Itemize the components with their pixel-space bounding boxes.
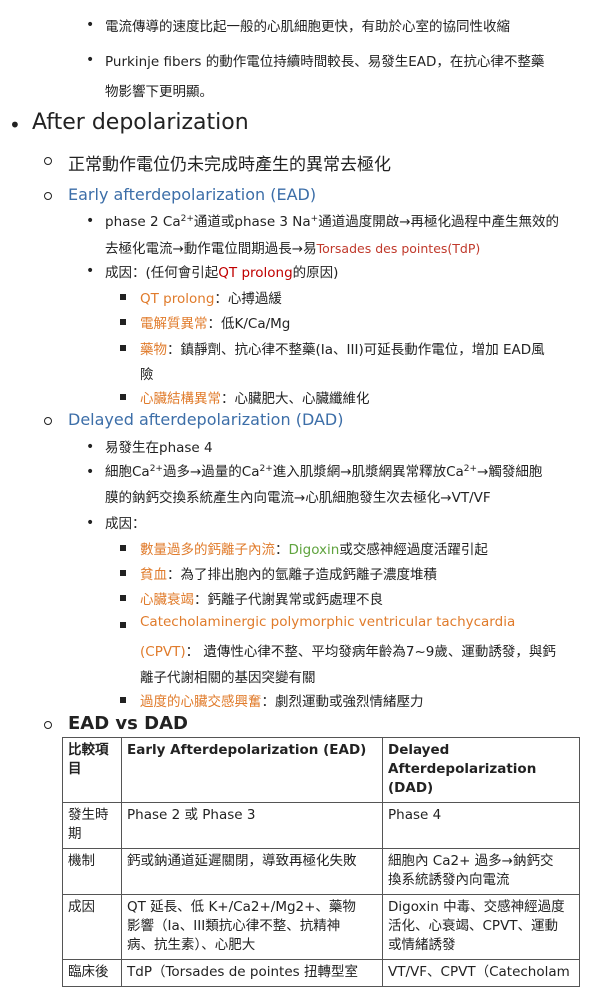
table-cell: QT 延長、低 K+/Ca2+/Mg2+、藥物 影響（Ia、III類抗心律不整、抗… <box>121 894 383 960</box>
section-title: After depolarization <box>32 110 249 135</box>
table-cell: 發生時期 <box>62 802 122 849</box>
table-row: 臨床後 TdP（Torsades de pointes 扭轉型室 VT/VF、C… <box>62 959 580 987</box>
hollow-bullet-icon <box>44 157 52 165</box>
table-header-cell: Delayed Afterdepolarization (DAD) <box>382 737 580 803</box>
table-cell: 成因 <box>62 894 122 960</box>
bullet-dot: • <box>86 464 95 480</box>
square-bullet-icon <box>120 545 126 551</box>
table-cell: 細胞內 Ca2+ 過多→鈉鈣交 換系統誘發內向電流 <box>382 848 580 895</box>
purkinje-apd-text-cont: 物影響下更明顯。 <box>105 84 213 100</box>
table-cell: Phase 4 <box>382 802 580 849</box>
bullet-dot: • <box>86 52 95 68</box>
square-bullet-icon <box>120 595 126 601</box>
square-bullet-icon <box>120 697 126 703</box>
square-bullet-icon <box>120 622 126 628</box>
table-cell: TdP（Torsades de pointes 扭轉型室 <box>121 959 383 987</box>
table-cell: 臨床後 <box>62 959 122 987</box>
section-bullet: • <box>9 113 21 137</box>
bullet-dot: • <box>86 515 95 531</box>
dad-cause-cpvt-cont: (CPVT)： 遺傳性心律不整、平均發病年齡為7~9歲、運動誘發，與鈣 <box>140 644 556 660</box>
dad-cause-heading: 成因： <box>105 516 146 532</box>
compare-title: EAD vs DAD <box>68 713 188 734</box>
dad-cause-cpvt: Catecholaminergic polymorphic ventricula… <box>140 614 516 630</box>
table-cell: Phase 2 或 Phase 3 <box>121 802 383 849</box>
comparison-table: 比較項目 Early Afterdepolarization (EAD) Del… <box>62 737 580 987</box>
table-row: 發生時期 Phase 2 或 Phase 3 Phase 4 <box>62 802 580 849</box>
table-cell: 機制 <box>62 848 122 895</box>
dad-cause-item: 心臟衰竭：鈣離子代謝異常或鈣處理不良 <box>140 592 383 608</box>
bullet-dot: • <box>86 439 95 455</box>
ead-mechanism: phase 2 Ca2+通道或phase 3 Na+通道過度開啟→再極化過程中產… <box>105 214 560 230</box>
dad-cause-item: 貧血：為了排出胞內的氫離子造成鈣離子濃度堆積 <box>140 567 437 583</box>
dad-cause-item: 過度的心臟交感興奮：劇烈運動或強烈情緒壓力 <box>140 694 424 710</box>
purkinje-apd-text: Purkinje fibers 的動作電位持續時間較長、易發生EAD，在抗心律不… <box>105 54 545 70</box>
dad-title: Delayed afterdepolarization (DAD) <box>68 410 344 429</box>
ead-mechanism-cont: 去極化電流→動作電位間期過長→易Torsades des pointes(TdP… <box>105 241 481 257</box>
square-bullet-icon <box>120 319 126 325</box>
ead-cause-heading: 成因：(任何會引起QT prolong的原因) <box>105 265 339 281</box>
dad-mechanism: 細胞Ca2+過多→過量的Ca2+進入肌漿網→肌漿網異常釋放Ca2+→觸發細胞 <box>105 464 543 480</box>
table-cell: Digoxin 中毒、交感神經過度 活化、心衰竭、CPVT、運動 或情緒誘發 <box>382 894 580 960</box>
purkinje-conduction-text: 電流傳導的速度比起一般的心肌細胞更快，有助於心室的協同性收縮 <box>105 19 510 35</box>
square-bullet-icon <box>120 394 126 400</box>
table-header-row: 比較項目 Early Afterdepolarization (EAD) Del… <box>62 737 580 803</box>
bullet-dot: • <box>86 17 95 33</box>
dad-mechanism-cont: 膜的鈉鈣交換系統產生內向電流→心肌細胞發生次去極化→VT/VF <box>105 490 491 506</box>
dad-cause-item: 數量過多的鈣離子內流：Digoxin或交感神經過度活躍引起 <box>140 542 488 558</box>
ead-cause-item: 心臟結構異常：心臟肥大、心臟纖維化 <box>140 391 370 407</box>
ead-cause-item: QT prolong：心搏過緩 <box>140 291 282 307</box>
table-header-cell: 比較項目 <box>62 737 122 803</box>
bullet-dot: • <box>86 263 95 279</box>
ead-title: Early afterdepolarization (EAD) <box>68 185 317 204</box>
square-bullet-icon <box>120 570 126 576</box>
bullet-dot: • <box>86 213 95 229</box>
dad-phase: 易發生在phase 4 <box>105 440 213 456</box>
hollow-bullet-icon <box>44 417 52 425</box>
square-bullet-icon <box>120 294 126 300</box>
table-header-cell: Early Afterdepolarization (EAD) <box>121 737 383 803</box>
ead-cause-item: 藥物：鎮靜劑、抗心律不整藥(Ia、III)可延長動作電位，增加 EAD風 <box>140 342 545 358</box>
table-cell: VT/VF、CPVT（Catecholam <box>382 959 580 987</box>
ead-cause-item-cont: 險 <box>140 367 154 383</box>
hollow-bullet-icon <box>44 192 52 200</box>
square-bullet-icon <box>120 345 126 351</box>
intro-text: 正常動作電位仍未完成時產生的異常去極化 <box>68 155 391 175</box>
table-cell: 鈣或鈉通道延遲關閉，導致再極化失敗 <box>121 848 383 895</box>
table-row: 機制 鈣或鈉通道延遲關閉，導致再極化失敗 細胞內 Ca2+ 過多→鈉鈣交 換系統誘… <box>62 848 580 895</box>
ead-cause-item: 電解質異常：低K/Ca/Mg <box>140 316 291 332</box>
dad-cause-cpvt-cont2: 離子代謝相關的基因突變有關 <box>140 670 316 686</box>
table-row: 成因 QT 延長、低 K+/Ca2+/Mg2+、藥物 影響（Ia、III類抗心律不… <box>62 894 580 960</box>
hollow-bullet-icon <box>44 721 52 729</box>
